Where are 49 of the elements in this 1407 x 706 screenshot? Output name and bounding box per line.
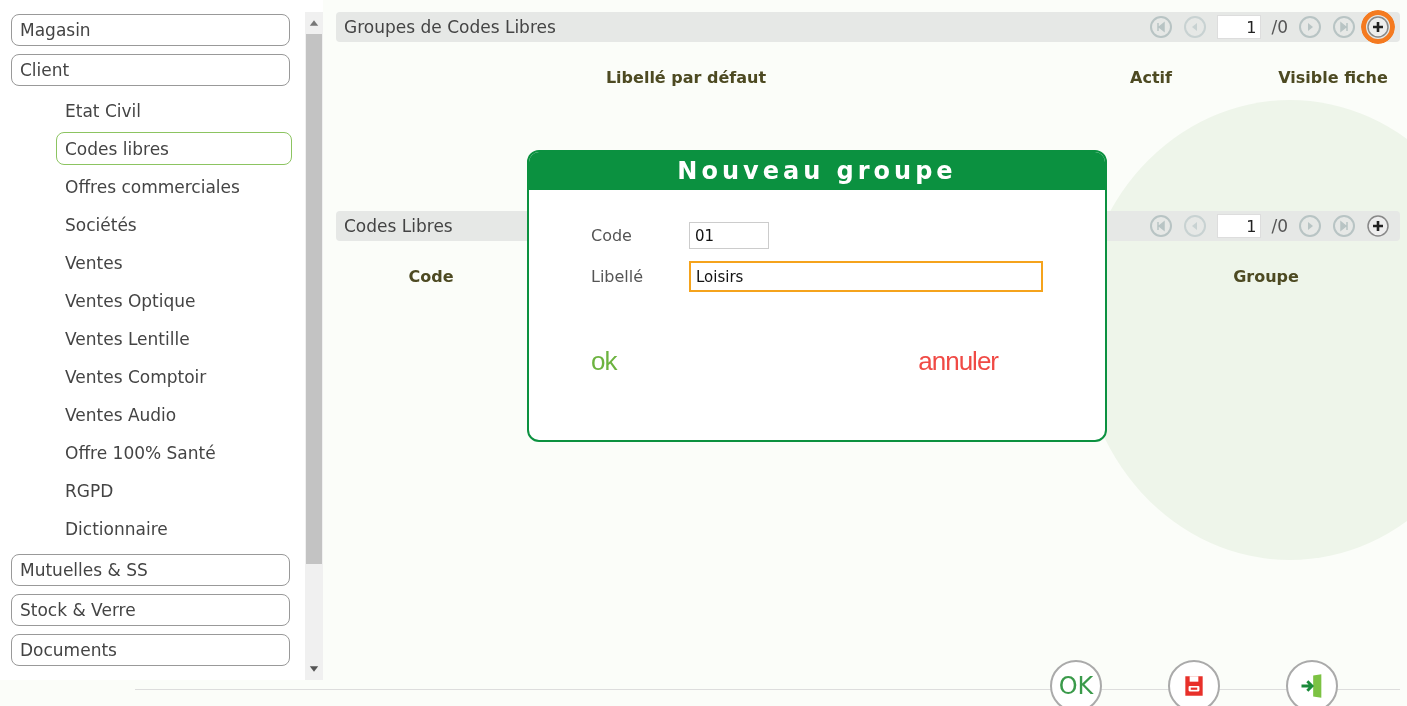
- column-header: Actif: [1129, 68, 1173, 87]
- sidebar-section[interactable]: Documents: [11, 634, 290, 666]
- last-page-icon[interactable]: [1332, 15, 1356, 39]
- column-header: Groupe: [1232, 267, 1300, 286]
- panel-title: Codes Libres: [344, 216, 453, 236]
- ok-button[interactable]: OK: [1050, 660, 1102, 706]
- sidebar-item[interactable]: Ventes Audio: [56, 398, 292, 431]
- sidebar-item[interactable]: Offre 100% Santé: [56, 436, 292, 469]
- column-header: Code: [407, 267, 455, 286]
- sidebar-item[interactable]: RGPD: [56, 474, 292, 507]
- sidebar-item[interactable]: Codes libres: [56, 132, 292, 165]
- page-total: /0: [1271, 216, 1288, 236]
- first-page-icon[interactable]: [1149, 15, 1174, 39]
- panel-title: Groupes de Codes Libres: [344, 17, 556, 37]
- sidebar-section[interactable]: Stock & Verre: [11, 594, 290, 626]
- first-page-icon[interactable]: [1149, 214, 1174, 238]
- sidebar-item[interactable]: Ventes Comptoir: [56, 360, 292, 393]
- previous-page-icon[interactable]: [1183, 214, 1208, 238]
- last-page-icon[interactable]: [1332, 214, 1356, 238]
- page-field[interactable]: 1: [1217, 15, 1262, 39]
- exit-button[interactable]: [1286, 660, 1338, 706]
- sidebar-item[interactable]: Etat Civil: [56, 94, 292, 127]
- field-label: Libellé: [591, 267, 645, 286]
- scrollbar[interactable]: [305, 12, 323, 680]
- input-field[interactable]: Loisirs: [689, 261, 1043, 292]
- sidebar-item[interactable]: Dictionnaire: [56, 512, 292, 545]
- column-header: Libellé par défaut: [604, 68, 768, 87]
- cancel-button[interactable]: annuler: [918, 346, 998, 377]
- column-header: Visible fiche: [1277, 68, 1389, 87]
- page-total: /0: [1271, 17, 1288, 37]
- sidebar-section[interactable]: Client: [11, 54, 290, 86]
- save-button[interactable]: [1168, 660, 1220, 706]
- dialog-title: Nouveau groupe: [529, 152, 1105, 190]
- sidebar-section[interactable]: Mutuelles & SS: [11, 554, 290, 586]
- input-field[interactable]: 01: [689, 222, 769, 249]
- page-field[interactable]: 1: [1217, 214, 1262, 238]
- previous-page-icon[interactable]: [1183, 15, 1208, 39]
- sidebar-section[interactable]: Magasin: [11, 14, 290, 46]
- add-icon[interactable]: [1361, 10, 1395, 44]
- add-icon[interactable]: [1366, 214, 1390, 238]
- sidebar-item[interactable]: Offres commerciales: [56, 170, 292, 203]
- sidebar-item[interactable]: Ventes: [56, 246, 292, 279]
- sidebar-item[interactable]: Ventes Optique: [56, 284, 292, 317]
- field-label: Code: [591, 226, 633, 245]
- sidebar-item[interactable]: Sociétés: [56, 208, 292, 241]
- scroll-thumb[interactable]: [306, 34, 322, 564]
- next-page-icon[interactable]: [1298, 15, 1322, 39]
- sidebar-item[interactable]: Ventes Lentille: [56, 322, 292, 355]
- next-page-icon[interactable]: [1298, 214, 1322, 238]
